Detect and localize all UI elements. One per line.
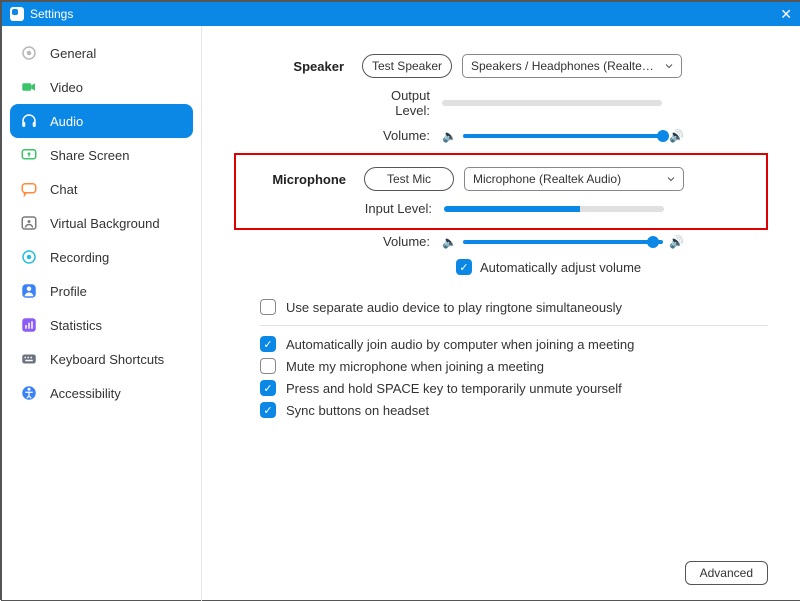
statistics-icon <box>20 316 38 334</box>
mic-device-select[interactable]: Microphone (Realtek Audio) <box>464 167 684 191</box>
mic-volume-slider[interactable] <box>463 240 663 244</box>
share-screen-icon <box>20 146 38 164</box>
sidebar-item-recording[interactable]: Recording <box>10 240 193 274</box>
sidebar-item-share-screen[interactable]: Share Screen <box>10 138 193 172</box>
speaker-output-meter <box>442 100 662 106</box>
sidebar-item-label: Recording <box>50 250 109 265</box>
accessibility-icon <box>20 384 38 402</box>
divider <box>260 325 768 326</box>
sync-headset-checkbox[interactable]: ✓ <box>260 402 276 418</box>
speaker-heading: Speaker <box>234 59 362 74</box>
sidebar-item-keyboard-shortcuts[interactable]: Keyboard Shortcuts <box>10 342 193 376</box>
volume-high-icon: 🔊 <box>669 235 684 249</box>
sidebar-item-label: Audio <box>50 114 83 129</box>
chevron-down-icon <box>665 173 677 185</box>
sidebar-item-label: Accessibility <box>50 386 121 401</box>
volume-low-icon: 🔈 <box>442 129 457 143</box>
sidebar-item-label: Video <box>50 80 83 95</box>
mic-input-meter-fill <box>444 206 580 212</box>
test-speaker-button[interactable]: Test Speaker <box>362 54 452 78</box>
mute-on-join-checkbox[interactable] <box>260 358 276 374</box>
speaker-volume-slider[interactable] <box>463 134 663 138</box>
input-level-label: Input Level: <box>364 201 444 216</box>
volume-low-icon: 🔈 <box>442 235 457 249</box>
sidebar-item-audio[interactable]: Audio <box>10 104 193 138</box>
mic-volume-label: Volume: <box>362 234 442 249</box>
sidebar-item-profile[interactable]: Profile <box>10 274 193 308</box>
auto-adjust-volume-checkbox[interactable]: ✓ <box>456 259 472 275</box>
keyboard-icon <box>20 350 38 368</box>
app-icon <box>10 7 24 21</box>
sidebar-item-label: Chat <box>50 182 77 197</box>
sidebar-item-general[interactable]: General <box>10 36 193 70</box>
ringtone-device-checkbox[interactable] <box>260 299 276 315</box>
sidebar-item-label: Profile <box>50 284 87 299</box>
sidebar-item-label: Share Screen <box>50 148 130 163</box>
mic-device-value: Microphone (Realtek Audio) <box>473 172 621 186</box>
microphone-highlight: Microphone Test Mic Microphone (Realtek … <box>234 153 768 230</box>
profile-icon <box>20 282 38 300</box>
sidebar-item-chat[interactable]: Chat <box>10 172 193 206</box>
test-mic-button[interactable]: Test Mic <box>364 167 454 191</box>
sidebar-item-label: Keyboard Shortcuts <box>50 352 164 367</box>
output-level-label: Output Level: <box>362 88 442 118</box>
sync-headset-label: Sync buttons on headset <box>286 403 429 418</box>
mic-input-meter <box>444 206 664 212</box>
headphones-icon <box>20 112 38 130</box>
advanced-button[interactable]: Advanced <box>685 561 768 585</box>
microphone-heading: Microphone <box>236 172 364 187</box>
chevron-down-icon <box>663 60 675 72</box>
recording-icon <box>20 248 38 266</box>
sidebar-item-label: Statistics <box>50 318 102 333</box>
sidebar-item-virtual-background[interactable]: Virtual Background <box>10 206 193 240</box>
space-unmute-checkbox[interactable]: ✓ <box>260 380 276 396</box>
ringtone-device-label: Use separate audio device to play ringto… <box>286 300 622 315</box>
sidebar: General Video Audio Share Screen Chat Vi… <box>2 26 202 601</box>
content-audio: Speaker Test Speaker Speakers / Headphon… <box>202 26 800 601</box>
speaker-volume-label: Volume: <box>362 128 442 143</box>
sidebar-item-label: General <box>50 46 96 61</box>
virtual-bg-icon <box>20 214 38 232</box>
auto-join-audio-label: Automatically join audio by computer whe… <box>286 337 634 352</box>
sidebar-item-statistics[interactable]: Statistics <box>10 308 193 342</box>
video-icon <box>20 78 38 96</box>
sidebar-item-video[interactable]: Video <box>10 70 193 104</box>
window-title: Settings <box>30 7 73 21</box>
sidebar-item-label: Virtual Background <box>50 216 160 231</box>
sidebar-item-accessibility[interactable]: Accessibility <box>10 376 193 410</box>
close-icon[interactable]: ✕ <box>780 6 792 23</box>
mute-on-join-label: Mute my microphone when joining a meetin… <box>286 359 544 374</box>
auto-adjust-volume-label: Automatically adjust volume <box>480 260 641 275</box>
speaker-device-select[interactable]: Speakers / Headphones (Realtek … <box>462 54 682 78</box>
chat-icon <box>20 180 38 198</box>
gear-icon <box>20 44 38 62</box>
space-unmute-label: Press and hold SPACE key to temporarily … <box>286 381 622 396</box>
volume-high-icon: 🔊 <box>669 129 684 143</box>
speaker-device-value: Speakers / Headphones (Realtek … <box>471 59 663 73</box>
auto-join-audio-checkbox[interactable]: ✓ <box>260 336 276 352</box>
titlebar: Settings ✕ <box>2 2 800 26</box>
